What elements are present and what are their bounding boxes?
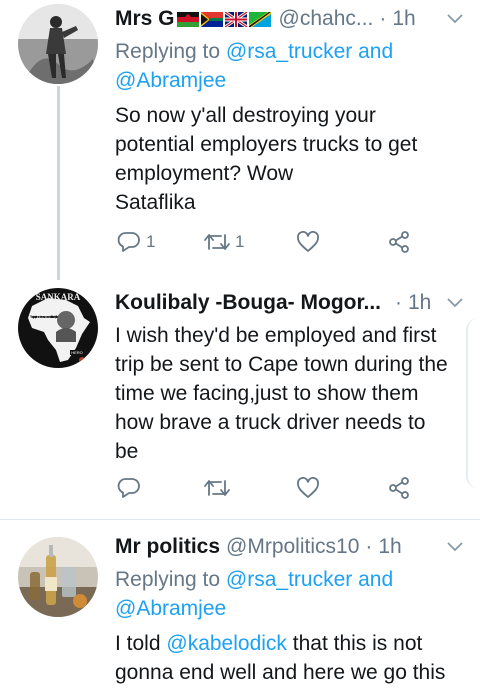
chevron-down-icon[interactable] [444, 536, 466, 558]
tweet-text: I wish they'd be employed and first trip… [115, 321, 466, 466]
share-button[interactable] [387, 476, 411, 500]
reply-count: 1 [146, 232, 156, 251]
tweet-text-line: be [115, 440, 139, 463]
thread-line [57, 86, 60, 280]
share-icon [389, 231, 409, 253]
tweet-text: So now y'all destroying your potential e… [115, 101, 466, 217]
retweet-button[interactable]: 1 [203, 232, 244, 252]
separator-dot: · [365, 535, 373, 558]
tweet-text-line: I wish they'd be employed and first [115, 324, 437, 347]
tweet-text-line: potential employers trucks to get [115, 133, 418, 156]
reply-icon [117, 232, 140, 252]
avatar[interactable] [18, 537, 98, 617]
replying-to: Replying to @rsa_trucker and @Abramjee [115, 565, 466, 623]
avatar[interactable]: SANKARA "Twenty people to remember me as… [18, 288, 98, 368]
replying-to: Replying to @rsa_trucker and @Abramjee [115, 37, 466, 95]
tweet-koulibaly[interactable]: SANKARA "Twenty people to remember me as… [0, 280, 480, 520]
heart-icon [297, 477, 319, 498]
retweet-button[interactable] [203, 478, 231, 498]
reply-button[interactable] [117, 477, 141, 499]
tweet-text-line: employment? Wow [115, 162, 294, 185]
reply-icon [117, 478, 140, 498]
tweet-text-line: gonna end well and here we go this [115, 661, 446, 684]
tweet-text-line: how brave a truck driver needs to [115, 411, 426, 434]
heart-icon [297, 231, 319, 252]
tanzania-flag-icon [248, 11, 271, 27]
tweet-mr-politics[interactable]: Mr politics @Mrpolitics10 · 1h Replying … [0, 520, 480, 688]
avatar-quote: "Twenty people to remember me as someone… [30, 315, 61, 319]
tweet-actions [115, 473, 415, 503]
replying-prefix: Replying to [115, 40, 221, 63]
malawi-flag-icon [176, 11, 199, 27]
timestamp[interactable]: 1h [392, 7, 415, 31]
sankara-africa-avatar: SANKARA "Twenty people to remember me as… [18, 288, 98, 368]
separator-dot: · [379, 7, 387, 30]
handle[interactable]: @chahc... [279, 7, 374, 31]
tweet-header: Mr politics @Mrpolitics10 · 1h [115, 532, 466, 562]
tweet-text: I told @kabelodick that this is not gonn… [115, 629, 466, 687]
tweet-text-line: time we facing,just to show them [115, 382, 419, 405]
chevron-down-icon[interactable] [444, 292, 466, 314]
scroll-indicator[interactable] [466, 318, 480, 488]
retweet-icon [204, 480, 230, 496]
avatar-badge: HERO [71, 350, 83, 355]
tweet-text-suffix: that this is not [292, 632, 423, 655]
separator-dot: · [395, 291, 402, 314]
timestamp[interactable]: 1h [378, 535, 401, 559]
avatar[interactable] [18, 4, 98, 84]
like-button[interactable] [296, 477, 320, 499]
avatar-title: SANKARA [36, 292, 81, 302]
tweet-text-line: I told @kabelodick that this is not [115, 629, 466, 658]
tweet-mrs-g[interactable]: Mrs G @chahc... · 1h Replying to @rsa_tr… [0, 0, 480, 280]
display-name[interactable]: Mrs G [115, 7, 175, 31]
uk-flag-icon [224, 11, 247, 27]
like-button[interactable] [296, 231, 320, 253]
mention-link[interactable]: @kabelodick [166, 632, 287, 655]
reply-button[interactable]: 1 [117, 231, 155, 253]
handle[interactable]: @Mrpolitics10 [226, 535, 359, 559]
timestamp[interactable]: 1h [408, 291, 431, 315]
tweet-header: Koulibaly -Bouga- Mogor... · 1h [115, 288, 466, 318]
tweet-text-prefix: I told [115, 632, 161, 655]
share-button[interactable] [387, 230, 411, 254]
tweet-text-line: Sataflika [115, 191, 196, 214]
tweet-actions: 1 1 [115, 227, 415, 257]
display-name[interactable]: Mr politics [115, 535, 220, 559]
retweet-icon [204, 234, 230, 250]
retweet-count: 1 [235, 232, 245, 251]
bottles-photo-avatar [18, 537, 98, 617]
replying-prefix: Replying to [115, 568, 221, 591]
name-flags [176, 11, 273, 27]
south-africa-flag-icon [200, 11, 223, 27]
person-photo-avatar [18, 4, 98, 84]
tweet-text-line: trip be sent to Cape town during the [115, 353, 448, 376]
display-name[interactable]: Koulibaly -Bouga- Mogor... [115, 291, 381, 315]
tweet-text-line: So now y'all destroying your [115, 104, 376, 127]
tweet-header: Mrs G @chahc... · 1h [115, 4, 466, 34]
share-icon [389, 477, 409, 499]
chevron-down-icon[interactable] [444, 8, 466, 30]
